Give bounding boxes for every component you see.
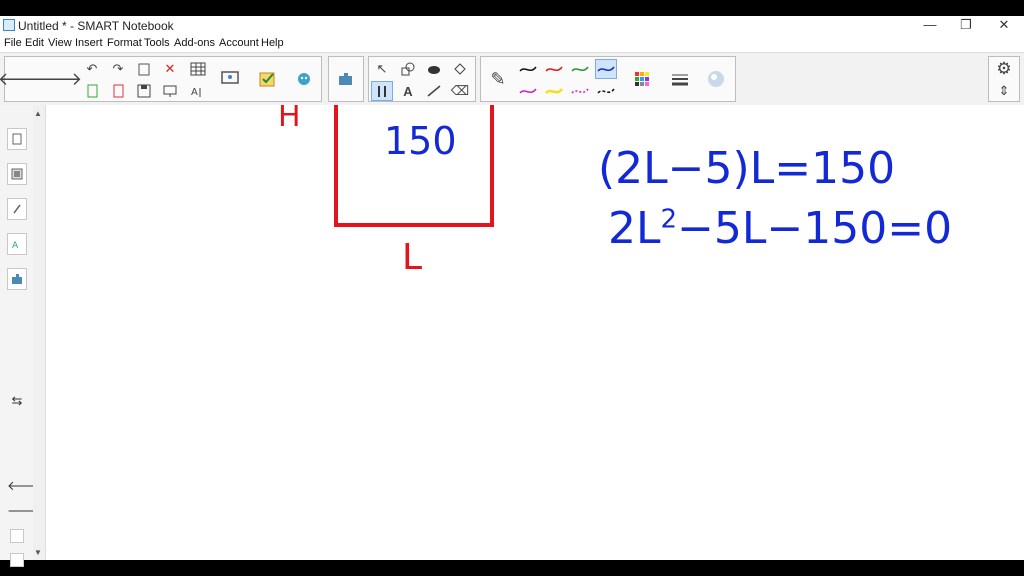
paint-bucket-icon[interactable] <box>449 59 471 79</box>
title-bar: Untitled * - SMART Notebook — ❐ ✕ <box>0 16 1024 34</box>
height-label: H <box>278 105 301 134</box>
properties-icon[interactable]: A <box>7 233 27 255</box>
gallery-icon[interactable] <box>7 163 27 185</box>
delete-page-sidebar-icon[interactable] <box>10 553 24 567</box>
pen-style-magenta[interactable] <box>517 81 539 101</box>
expand-toolbar-icon[interactable]: ⇕ <box>993 81 1015 101</box>
toolbar-group-settings: ⚙ ⇕ <box>988 56 1020 102</box>
equation-line-2-prefix: 2L <box>608 203 661 254</box>
menu-view[interactable]: View <box>48 37 72 49</box>
menu-help[interactable]: Help <box>261 37 284 49</box>
response-icon[interactable] <box>253 59 283 99</box>
next-page-icon[interactable]: 🡒 <box>7 503 42 519</box>
length-label: L <box>402 237 423 278</box>
equation-line-2-exponent: 2 <box>660 204 678 235</box>
vertical-scrollbar[interactable]: ▲ ▼ <box>33 105 46 560</box>
color-palette-icon[interactable] <box>627 59 657 99</box>
pens-icon[interactable] <box>371 81 393 101</box>
forward-icon[interactable]: 🡒 <box>34 59 82 99</box>
window-title: Untitled * - SMART Notebook <box>18 19 174 33</box>
fill-icon[interactable] <box>423 59 445 79</box>
pen-type-icon[interactable]: ✎ <box>483 59 513 99</box>
undo-icon[interactable]: ↶ <box>81 59 103 79</box>
pen-style-green[interactable] <box>569 59 591 79</box>
select-icon[interactable]: ↖ <box>371 59 393 79</box>
toolbar-group-addons <box>328 56 364 102</box>
pen-style-yellow[interactable] <box>543 81 565 101</box>
delete-page-icon[interactable] <box>107 81 129 101</box>
svg-text:A: A <box>12 241 19 250</box>
scroll-down-icon[interactable]: ▼ <box>34 548 42 557</box>
scroll-up-icon[interactable]: ▲ <box>34 109 42 118</box>
svg-text:A: A <box>191 87 198 98</box>
sidebar-move-icon[interactable]: ⇆ <box>7 393 27 409</box>
close-button[interactable]: ✕ <box>986 16 1022 34</box>
equation-line-2-suffix: −5L−150=0 <box>677 203 953 254</box>
menu-insert[interactable]: Insert <box>75 37 103 49</box>
previous-page-icon[interactable]: 🡐 <box>7 478 42 494</box>
toolbar-group-tools: ↖ A ⌫ <box>368 56 476 102</box>
page-sorter-icon[interactable] <box>7 128 27 150</box>
pen-effects-icon[interactable] <box>701 59 731 99</box>
delete-icon[interactable]: ✕ <box>159 59 181 79</box>
toolbar: 🡐 🡒 ↶ ↷ ✕ A ↖ A ⌫ ✎ ⚙ ⇕ <box>0 52 1024 106</box>
pen-style-black-dashed[interactable] <box>595 81 617 101</box>
minimize-button[interactable]: — <box>912 16 948 34</box>
sidebar: A ⇆ 🡐 🡒 <box>0 105 42 567</box>
back-icon[interactable]: 🡐 <box>0 59 46 99</box>
menu-account[interactable]: Account <box>219 37 259 49</box>
pen-style-blue[interactable] <box>595 59 617 79</box>
equation-line-2: 2L2−5L−150=0 <box>608 203 952 254</box>
addons-icon[interactable] <box>7 268 27 290</box>
add-page-sidebar-icon[interactable] <box>10 529 24 543</box>
gear-icon[interactable]: ⚙ <box>993 59 1015 79</box>
text-icon[interactable]: A <box>397 81 419 101</box>
menu-edit[interactable]: Edit <box>25 37 44 49</box>
line-thickness-icon[interactable] <box>665 59 695 99</box>
pen-style-red[interactable] <box>543 59 565 79</box>
toolbar-group-pen-properties: ✎ <box>480 56 736 102</box>
equation-partial: − <box>650 105 684 121</box>
eraser-icon[interactable]: ⌫ <box>449 81 471 101</box>
restore-button[interactable]: ❐ <box>948 16 984 34</box>
lab-icon[interactable] <box>289 59 319 99</box>
menu-format[interactable]: Format <box>107 37 142 49</box>
add-page-icon[interactable] <box>81 81 103 101</box>
paste-icon[interactable] <box>133 59 155 79</box>
shapes-icon[interactable] <box>397 59 419 79</box>
puzzle-icon[interactable] <box>331 59 361 99</box>
display-icon[interactable] <box>215 59 245 99</box>
menu-bar: File Edit View Insert Format Tools Add-o… <box>0 35 1024 51</box>
attachments-icon[interactable] <box>7 198 27 220</box>
handwriting-icon[interactable]: A <box>187 81 209 101</box>
menu-addons[interactable]: Add-ons <box>174 37 215 49</box>
screen-shade-icon[interactable] <box>159 81 181 101</box>
line-icon[interactable] <box>423 81 445 101</box>
save-icon[interactable] <box>133 81 155 101</box>
pen-style-magenta-dashed[interactable] <box>569 81 591 101</box>
redo-icon[interactable]: ↷ <box>107 59 129 79</box>
area-label: 150 <box>384 119 457 163</box>
table-icon[interactable] <box>187 59 209 79</box>
menu-file[interactable]: File <box>4 37 22 49</box>
menu-tools[interactable]: Tools <box>144 37 170 49</box>
app-icon <box>3 19 15 31</box>
app-window: Untitled * - SMART Notebook — ❐ ✕ File E… <box>0 16 1024 567</box>
whiteboard-canvas[interactable]: 150 H L − (2L−5)L=150 2L2−5L−150=0 <box>46 105 1024 560</box>
pen-style-black[interactable] <box>517 59 539 79</box>
equation-line-1: (2L−5)L=150 <box>598 143 896 194</box>
toolbar-group-main: 🡐 🡒 ↶ ↷ ✕ A <box>0 56 322 102</box>
